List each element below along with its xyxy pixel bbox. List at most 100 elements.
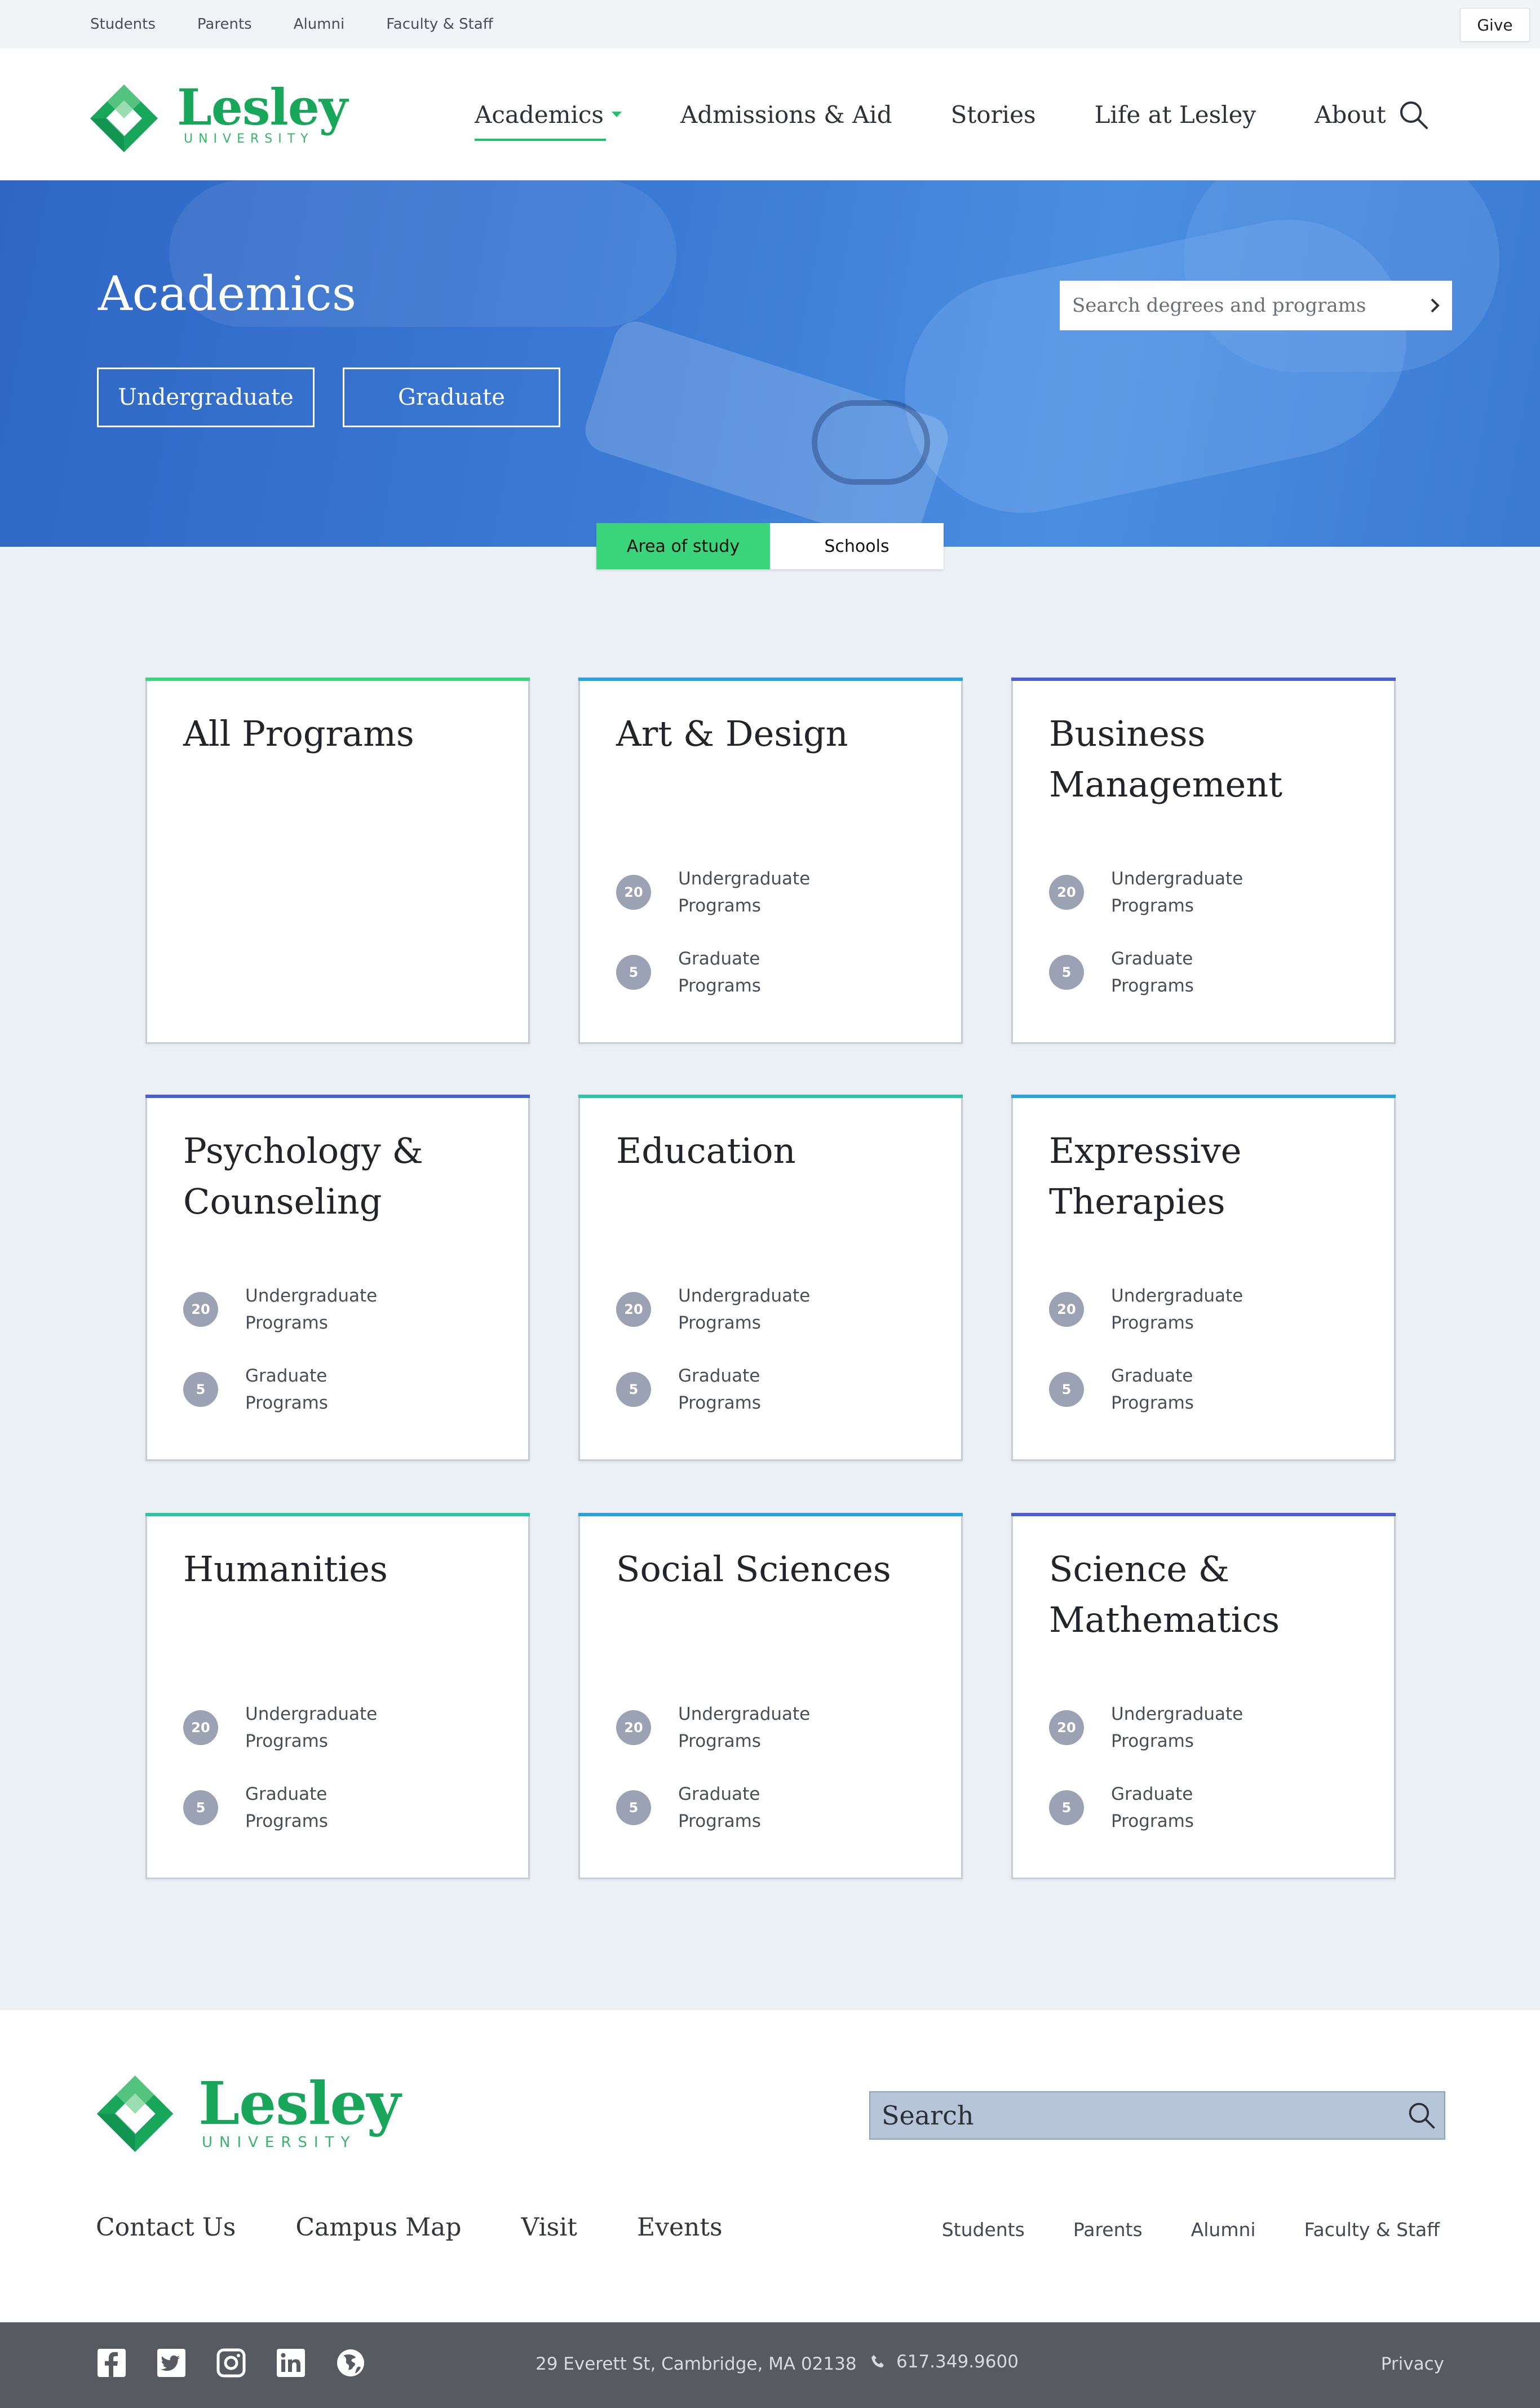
phone-icon [871,2355,884,2367]
footer-link-alumni[interactable]: Alumni [1191,2219,1256,2241]
count-label: Graduate Programs [1111,1784,1194,1831]
twitter-icon[interactable] [156,2347,187,2379]
program-card-science-mathematics[interactable]: Science & Mathematics 20 Undergraduate P… [1011,1513,1396,1879]
chevron-right-icon[interactable] [1418,281,1452,330]
count-label: Graduate Programs [245,1784,328,1831]
count-badge: 5 [1049,955,1084,990]
footer-link-campus-map[interactable]: Campus Map [295,2213,461,2242]
count-badge: 20 [616,1292,651,1327]
toggle-area-of-study[interactable]: Area of study [596,523,770,569]
footer-logo[interactable]: Lesley UNIVERSITY [95,2074,401,2153]
graduate-count-row: 5 Graduate Programs [1049,945,1258,999]
footer-link-faculty-staff[interactable]: Faculty & Staff [1304,2219,1440,2241]
degree-search-input[interactable]: Search degrees and programs [1060,281,1452,330]
logo-subtitle: UNIVERSITY [184,132,314,146]
site-header: Lesley UNIVERSITY Academics Admissions &… [0,48,1540,180]
card-accent-bar [1011,678,1396,681]
count-badge: 20 [1049,875,1084,910]
count-label: Undergraduate Programs [245,1704,378,1751]
instagram-icon[interactable] [215,2347,247,2379]
footer-phone[interactable]: 617.349.9600 [870,2352,1019,2372]
privacy-link[interactable]: Privacy [1381,2354,1444,2374]
footer-link-parents[interactable]: Parents [1073,2219,1143,2241]
count-badge: 5 [1049,1372,1084,1407]
undergraduate-count-row: 20 Undergraduate Programs [183,1701,392,1755]
toggle-schools[interactable]: Schools [770,523,944,569]
footer-link-students[interactable]: Students [942,2219,1025,2241]
footer-primary-links: Contact Us Campus Map Visit Events [96,2213,723,2242]
program-card-humanities[interactable]: Humanities 20 Undergraduate Programs 5 G… [145,1513,530,1879]
card-title: Art & Design [616,713,848,754]
count-label: Graduate Programs [1111,949,1194,996]
program-card-education[interactable]: Education 20 Undergraduate Programs 5 Gr… [578,1095,963,1461]
footer-link-events[interactable]: Events [637,2213,723,2242]
nav-item-label: Admissions & Aid [680,100,892,129]
card-accent-bar [1011,1513,1396,1516]
card-title: Business Management [1049,713,1283,805]
footer-address: 29 Everett St, Cambridge, MA 02138 [536,2354,857,2374]
footer-search-input[interactable]: Search [869,2091,1445,2140]
count-label: Undergraduate Programs [1111,1286,1243,1333]
count-badge: 20 [183,1292,218,1327]
utility-link-faculty-staff[interactable]: Faculty & Staff [386,16,493,33]
count-badge: 5 [183,1790,218,1825]
count-badge: 20 [616,875,651,910]
program-card-psychology-counseling[interactable]: Psychology & Counseling 20 Undergraduate… [145,1095,530,1461]
nav-item-admissions-aid[interactable]: Admissions & Aid [680,101,892,129]
nav-item-label: Life at Lesley [1094,100,1256,129]
search-icon[interactable] [1399,2091,1444,2140]
footer-link-contact-us[interactable]: Contact Us [96,2213,236,2242]
undergraduate-count-row: 20 Undergraduate Programs [1049,1282,1258,1336]
nav-item-life-at-lesley[interactable]: Life at Lesley [1095,101,1256,129]
utility-links: Students Parents Alumni Faculty & Staff [90,0,493,48]
page-title: Academics [98,266,356,321]
count-label: Undergraduate Programs [678,869,811,916]
graduate-button[interactable]: Graduate [343,368,560,427]
card-title: All Programs [183,713,414,754]
count-badge: 20 [183,1710,218,1745]
graduate-count-row: 5 Graduate Programs [183,1781,392,1835]
site-logo[interactable]: Lesley UNIVERSITY [89,81,348,154]
count-badge: 5 [616,1790,651,1825]
logo-wordmark: Lesley [177,78,348,136]
count-badge: 20 [616,1710,651,1745]
program-card-social-sciences[interactable]: Social Sciences 20 Undergraduate Program… [578,1513,963,1879]
card-accent-bar [578,678,963,681]
utility-link-parents[interactable]: Parents [197,16,252,33]
nav-item-about[interactable]: About [1315,101,1386,129]
main-nav: Academics Admissions & Aid Stories Life … [475,48,1445,180]
count-badge: 5 [183,1372,218,1407]
nav-item-stories[interactable]: Stories [951,101,1036,129]
program-card-business-management[interactable]: Business Management 20 Undergraduate Pro… [1011,678,1396,1044]
undergraduate-count-row: 20 Undergraduate Programs [1049,865,1258,919]
undergraduate-count-row: 20 Undergraduate Programs [616,865,825,919]
undergraduate-count-row: 20 Undergraduate Programs [183,1282,392,1336]
program-card-all-programs[interactable]: All Programs [145,678,530,1044]
count-badge: 5 [616,955,651,990]
card-title: Education [616,1130,796,1171]
count-label: Graduate Programs [678,1784,761,1831]
linkedin-icon[interactable] [275,2347,307,2379]
utility-link-alumni[interactable]: Alumni [294,16,345,33]
card-accent-bar [578,1095,963,1098]
count-badge: 20 [1049,1710,1084,1745]
card-accent-bar [578,1513,963,1516]
program-card-art-design[interactable]: Art & Design 20 Undergraduate Programs 5… [578,678,963,1044]
utility-link-students[interactable]: Students [90,16,156,33]
nav-item-label: Academics [475,100,604,129]
graduate-count-row: 5 Graduate Programs [183,1362,392,1417]
nav-item-label: About [1315,100,1386,129]
footer-link-visit[interactable]: Visit [521,2213,577,2242]
globe-icon[interactable] [335,2347,366,2379]
nav-item-academics[interactable]: Academics [475,100,622,141]
logo-wordmark: Lesley [198,2069,401,2138]
footer-bottom-bar: 29 Everett St, Cambridge, MA 02138 617.3… [0,2322,1540,2408]
footer-audience-links: Students Parents Alumni Faculty & Staff [942,2219,1440,2241]
hero-banner: Academics Undergraduate Graduate Search … [0,180,1540,547]
graduate-count-row: 5 Graduate Programs [1049,1362,1258,1417]
search-icon[interactable] [1398,99,1430,131]
give-button[interactable]: Give [1460,8,1530,42]
undergraduate-button[interactable]: Undergraduate [97,368,315,427]
facebook-icon[interactable] [96,2347,127,2379]
program-card-expressive-therapies[interactable]: Expressive Therapies 20 Undergraduate Pr… [1011,1095,1396,1461]
